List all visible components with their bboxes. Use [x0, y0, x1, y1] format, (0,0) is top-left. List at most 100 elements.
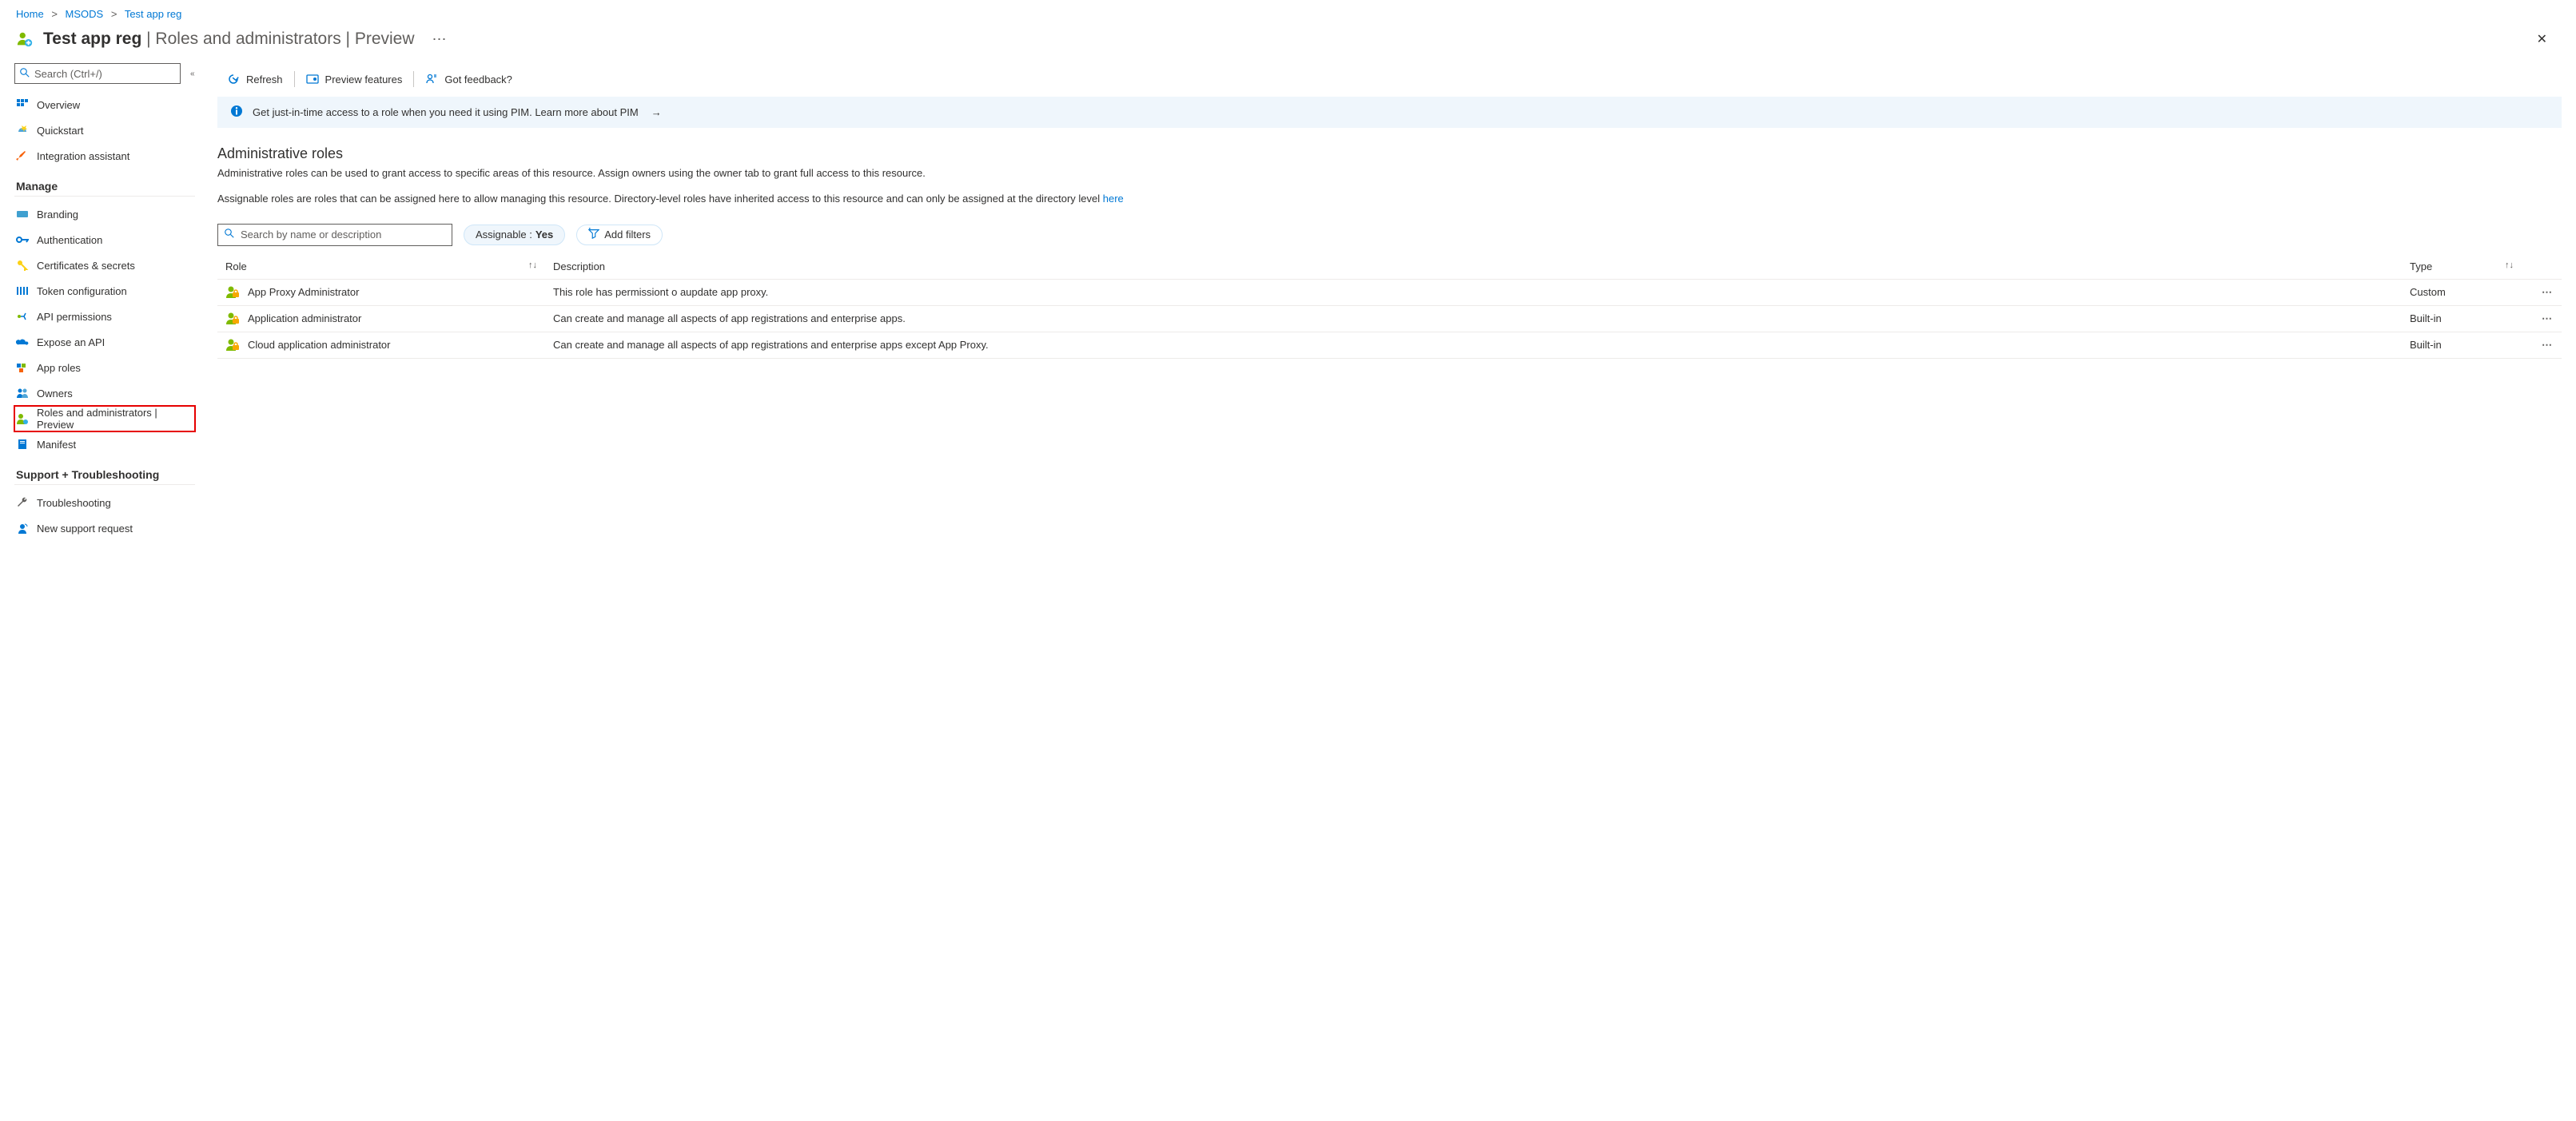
add-filters-label: Add filters — [604, 229, 651, 240]
sidebar-item-label: Manifest — [37, 439, 76, 451]
got-feedback-button[interactable]: Got feedback? — [416, 63, 522, 95]
role-type: Built-in — [2402, 332, 2522, 358]
info-banner[interactable]: Get just-in-time access to a role when y… — [217, 97, 2562, 128]
main-content: Refresh Preview features Got feedback? G… — [203, 63, 2576, 541]
sidebar-item-authentication[interactable]: Authentication — [14, 227, 195, 252]
sidebar-item-label: Quickstart — [37, 125, 84, 137]
sidebar-item-token-config[interactable]: Token configuration — [14, 278, 195, 304]
info-icon — [230, 105, 243, 120]
role-icon — [225, 338, 240, 352]
sidebar-item-expose-api[interactable]: Expose an API — [14, 329, 195, 355]
feedback-label: Got feedback? — [444, 74, 512, 85]
role-description: Can create and manage all aspects of app… — [545, 305, 2402, 332]
preview-features-button[interactable]: Preview features — [297, 63, 412, 95]
col-header-description[interactable]: Description — [545, 254, 2402, 280]
feedback-icon — [425, 73, 438, 85]
breadcrumb-msods[interactable]: MSODS — [66, 8, 104, 20]
breadcrumb-home[interactable]: Home — [16, 8, 44, 20]
cloud-icon — [16, 336, 29, 348]
sidebar-search-input[interactable] — [34, 68, 175, 80]
breadcrumb-sep: > — [106, 8, 122, 20]
description-1: Administrative roles can be used to gran… — [217, 165, 2562, 181]
sidebar-item-manifest[interactable]: Manifest — [14, 431, 195, 457]
sidebar-item-label: Branding — [37, 209, 78, 221]
title-more-icon[interactable]: ⋯ — [432, 31, 447, 48]
administrative-roles-heading: Administrative roles — [217, 145, 2562, 162]
table-row[interactable]: Application administrator Can create and… — [217, 305, 2562, 332]
filter-icon — [588, 228, 599, 241]
app-registration-icon — [16, 30, 34, 48]
role-search-input[interactable] — [241, 229, 445, 240]
page-title-row: Test app reg | Roles and administrators … — [0, 23, 2576, 63]
close-icon[interactable]: ✕ — [2532, 26, 2552, 52]
row-more-button[interactable]: ⋯ — [2522, 279, 2562, 305]
row-more-button[interactable]: ⋯ — [2522, 332, 2562, 358]
roles-table: Role↑↓ Description Type↑↓ App Proxy Admi… — [217, 254, 2562, 359]
command-separator — [413, 71, 414, 87]
sidebar-section-manage: Manage — [14, 169, 195, 197]
collapse-sidebar-icon[interactable]: « — [187, 66, 198, 81]
description-2: Assignable roles are roles that can be a… — [217, 193, 2562, 205]
assignable-filter-value: Yes — [536, 229, 553, 240]
sidebar-item-integration-assistant[interactable]: Integration assistant — [14, 143, 195, 169]
sidebar-item-label: Certificates & secrets — [37, 260, 135, 272]
sidebar: « Overview Quickstart Integration assist… — [0, 63, 203, 541]
branding-icon — [16, 208, 29, 221]
person-key-icon — [16, 412, 29, 425]
sidebar-item-api-permissions[interactable]: API permissions — [14, 304, 195, 329]
command-bar: Refresh Preview features Got feedback? — [217, 63, 2562, 95]
role-name: Application administrator — [248, 312, 361, 324]
assignable-filter-pill[interactable]: Assignable : Yes — [464, 225, 565, 245]
table-row[interactable]: Cloud application administrator Can crea… — [217, 332, 2562, 358]
sidebar-item-label: Token configuration — [37, 285, 127, 297]
col-header-role[interactable]: Role↑↓ — [217, 254, 545, 280]
role-search[interactable] — [217, 224, 452, 246]
row-more-button[interactable]: ⋯ — [2522, 305, 2562, 332]
assignable-filter-label: Assignable : — [476, 229, 532, 240]
wrench-icon — [16, 496, 29, 509]
add-filters-button[interactable]: Add filters — [576, 225, 663, 245]
search-icon — [225, 229, 234, 240]
sidebar-section-support: Support + Troubleshooting — [14, 457, 195, 485]
role-name: Cloud application administrator — [248, 339, 390, 351]
sidebar-item-app-roles[interactable]: App roles — [14, 355, 195, 380]
refresh-icon — [227, 73, 240, 85]
page-title: Test app reg | Roles and administrators … — [43, 30, 415, 49]
col-header-type[interactable]: Type↑↓ — [2402, 254, 2522, 280]
role-description: This role has permissiont o aupdate app … — [545, 279, 2402, 305]
sidebar-item-roles-administrators[interactable]: Roles and administrators | Preview — [14, 406, 195, 431]
sort-icon[interactable]: ↑↓ — [2505, 260, 2514, 270]
manifest-icon — [16, 438, 29, 451]
support-icon — [16, 522, 29, 535]
sidebar-item-label: Owners — [37, 388, 73, 400]
sidebar-item-label: Expose an API — [37, 336, 105, 348]
breadcrumb-testapp[interactable]: Test app reg — [125, 8, 182, 20]
people-icon — [16, 387, 29, 400]
sidebar-item-quickstart[interactable]: Quickstart — [14, 117, 195, 143]
sidebar-item-owners[interactable]: Owners — [14, 380, 195, 406]
here-link[interactable]: here — [1103, 193, 1124, 205]
sidebar-item-branding[interactable]: Branding — [14, 201, 195, 227]
sidebar-item-troubleshooting[interactable]: Troubleshooting — [14, 490, 195, 515]
sidebar-item-label: Troubleshooting — [37, 497, 111, 509]
sidebar-item-certificates[interactable]: Certificates & secrets — [14, 252, 195, 278]
sidebar-item-label: Overview — [37, 99, 80, 111]
role-description: Can create and manage all aspects of app… — [545, 332, 2402, 358]
filter-row: Assignable : Yes Add filters — [217, 224, 2562, 246]
search-icon — [20, 68, 30, 80]
preview-icon — [306, 73, 319, 85]
sidebar-item-overview[interactable]: Overview — [14, 92, 195, 117]
breadcrumb: Home > MSODS > Test app reg — [0, 0, 2576, 23]
table-row[interactable]: App Proxy Administrator This role has pe… — [217, 279, 2562, 305]
refresh-button[interactable]: Refresh — [217, 63, 293, 95]
sort-icon[interactable]: ↑↓ — [528, 260, 537, 270]
sidebar-item-label: New support request — [37, 523, 133, 535]
sidebar-item-label: Authentication — [37, 234, 102, 246]
command-separator — [294, 71, 295, 87]
sidebar-item-label: Roles and administrators | Preview — [37, 407, 193, 431]
arrow-right-icon: → — [651, 106, 662, 118]
sidebar-item-new-support-request[interactable]: New support request — [14, 515, 195, 541]
sidebar-search[interactable] — [14, 63, 181, 84]
role-type: Built-in — [2402, 305, 2522, 332]
role-type: Custom — [2402, 279, 2522, 305]
